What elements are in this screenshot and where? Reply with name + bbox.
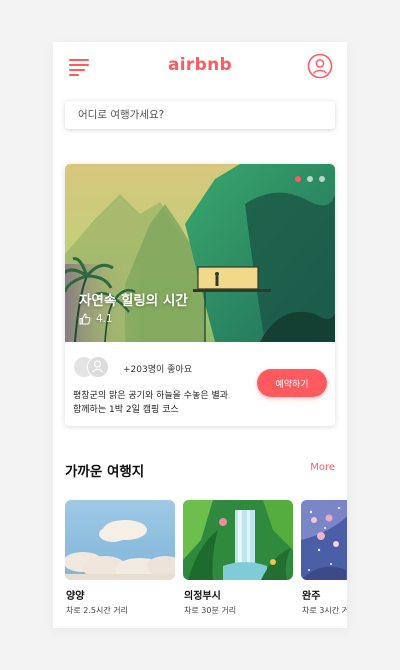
nearby-section-title: 가까운 여행지 (65, 464, 145, 480)
destination-name: 양양 (66, 591, 85, 602)
likes-count: +203명이 좋아요 (123, 365, 192, 375)
liked-users-avatars (73, 356, 113, 378)
destination-name: 완주 (302, 591, 321, 602)
destination-image (183, 500, 293, 580)
featured-trip-title: 자연속 힐링의 시간 (79, 293, 188, 309)
carousel-dot[interactable] (307, 176, 313, 182)
destination-image (301, 500, 347, 580)
featured-trip-description: 평창군의 맑은 공기와 하늘을 수놓은 별과 함께하는 1박 2일 캠핑 코스 (73, 391, 229, 415)
search-bar[interactable] (65, 101, 335, 129)
featured-trip-card[interactable]: 자연속 힐링의 시간 4.1 +203명이 좋아요 평창군의 맑은 공기와 하늘 (65, 164, 335, 426)
destination-distance: 차로 2.5시간 거리 (66, 606, 128, 615)
destination-card[interactable]: 완주 차로 3시간 거리 (301, 500, 347, 620)
rating-value: 4.1 (96, 313, 113, 325)
carousel-dot[interactable] (295, 176, 301, 182)
app-screen: airbnb 어디로 여행가세요? 자연속 힐링의 시간 4.1 +203명이 … (53, 42, 347, 628)
destination-distance: 차로 3시간 거리 (302, 606, 347, 615)
featured-rating: 4.1 (79, 313, 113, 325)
destination-name: 의정부시 (184, 591, 221, 602)
destination-card[interactable]: 양양 차로 2.5시간 거리 (65, 500, 175, 620)
more-link[interactable]: More (310, 462, 335, 473)
book-button[interactable]: 예약하기 (257, 369, 327, 397)
user-profile-icon[interactable] (307, 53, 333, 79)
carousel-dot[interactable] (319, 176, 325, 182)
carousel-indicator (295, 176, 325, 182)
search-input[interactable] (78, 109, 335, 121)
app-logo[interactable]: airbnb (53, 55, 347, 75)
destination-image (65, 500, 175, 580)
thumbs-up-icon (79, 313, 91, 325)
destination-distance: 차로 30분 거리 (184, 606, 237, 615)
featured-trip-image: 자연속 힐링의 시간 4.1 (65, 164, 335, 342)
destination-card[interactable]: 의정부시 차로 30분 거리 (183, 500, 293, 620)
app-header: airbnb (53, 42, 347, 92)
avatar (87, 356, 109, 378)
